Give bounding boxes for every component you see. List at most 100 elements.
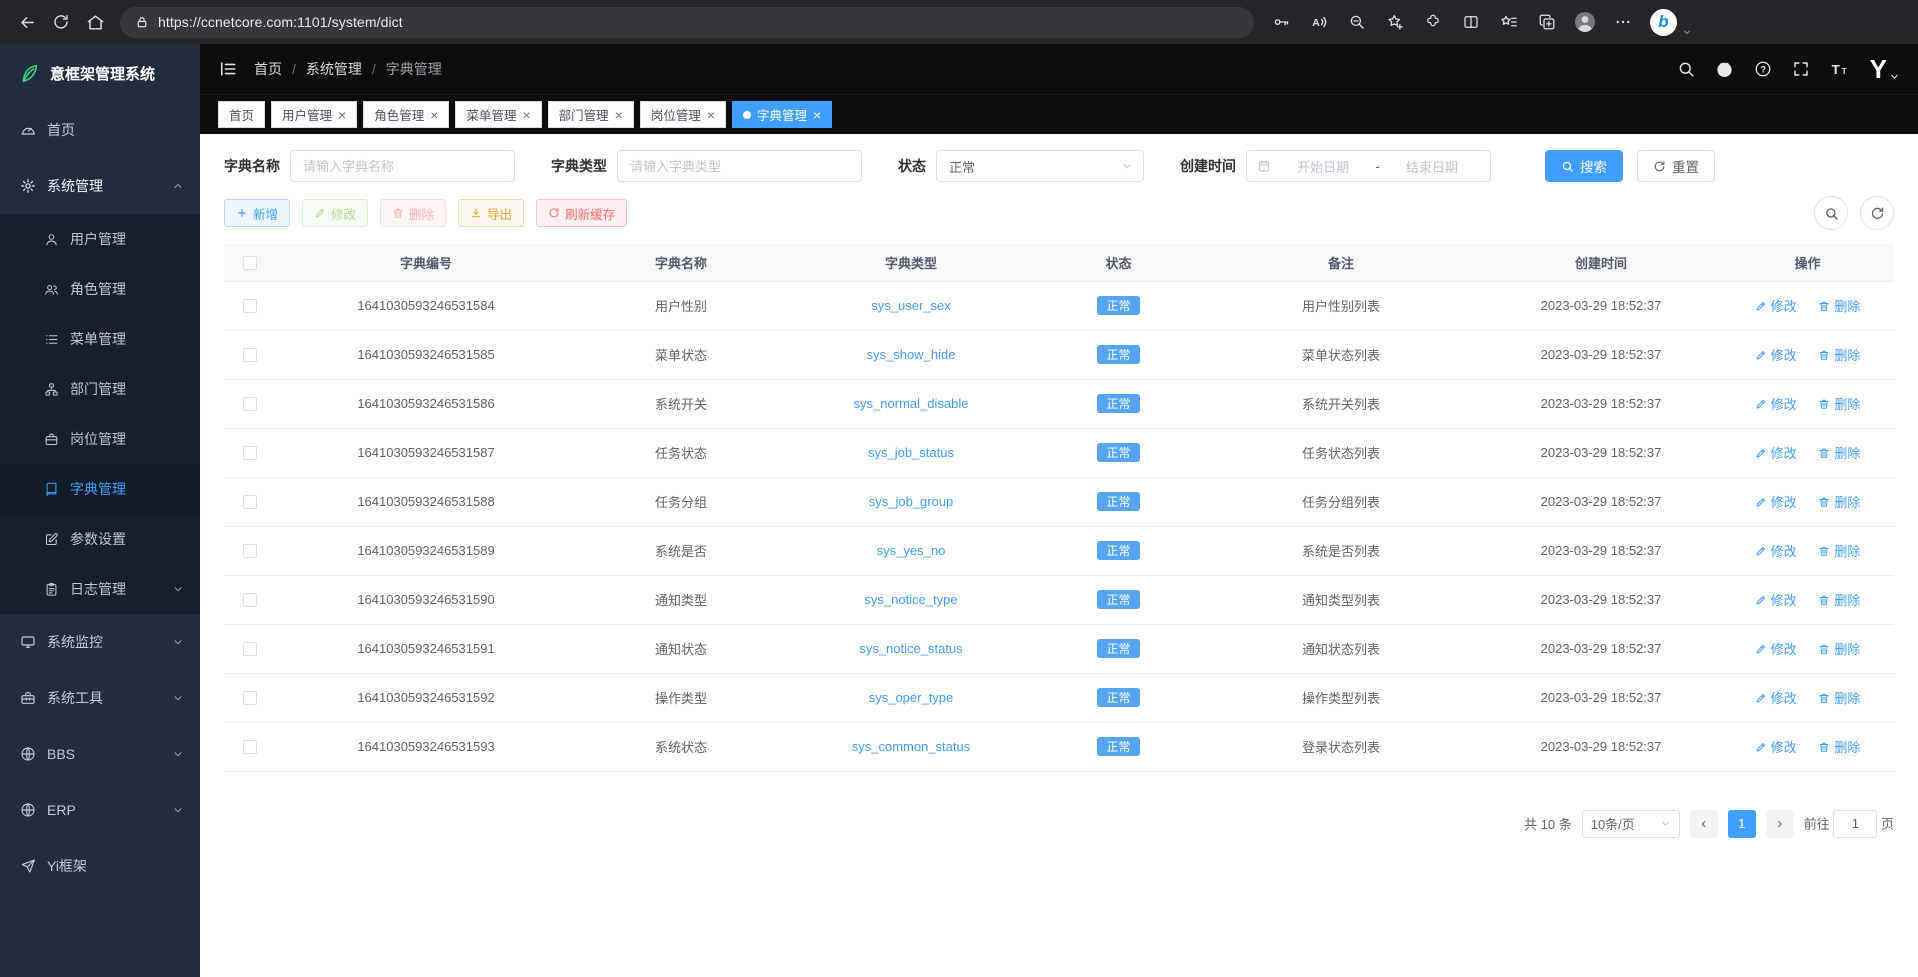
- close-icon[interactable]: ×: [338, 108, 346, 122]
- row-edit-button[interactable]: 修改: [1755, 345, 1797, 364]
- reset-button[interactable]: 重置: [1637, 150, 1715, 182]
- row-delete-button[interactable]: 删除: [1818, 590, 1860, 609]
- dict-type-link[interactable]: sys_normal_disable: [854, 396, 969, 411]
- row-edit-button[interactable]: 修改: [1755, 394, 1797, 413]
- tag-menu-management[interactable]: 菜单管理×: [455, 101, 541, 128]
- sidebar-item-dept-management[interactable]: 部门管理: [0, 364, 200, 414]
- password-key-button[interactable]: [1264, 5, 1298, 39]
- github-button[interactable]: [1715, 60, 1734, 79]
- refresh-table-button[interactable]: [1860, 196, 1894, 230]
- dict-type-link[interactable]: sys_show_hide: [867, 347, 956, 362]
- breadcrumb-system[interactable]: 系统管理: [306, 59, 362, 79]
- add-button[interactable]: 新增: [224, 199, 290, 227]
- dict-type-link[interactable]: sys_notice_type: [864, 592, 957, 607]
- row-delete-button[interactable]: 删除: [1818, 345, 1860, 364]
- sidebar-item-dict-management[interactable]: 字典管理: [0, 464, 200, 514]
- zoom-out-button[interactable]: [1340, 5, 1374, 39]
- browser-menu-button[interactable]: [1606, 5, 1640, 39]
- tag-dict-management[interactable]: 字典管理×: [732, 101, 832, 128]
- close-icon[interactable]: ×: [430, 108, 438, 122]
- bing-discover-button[interactable]: b: [1650, 9, 1677, 36]
- row-checkbox[interactable]: [243, 348, 257, 362]
- row-delete-button[interactable]: 删除: [1818, 394, 1860, 413]
- row-delete-button[interactable]: 删除: [1818, 688, 1860, 707]
- dict-type-input[interactable]: [617, 150, 862, 182]
- dict-name-input[interactable]: [290, 150, 515, 182]
- profile-button[interactable]: [1568, 5, 1602, 39]
- row-delete-button[interactable]: 删除: [1818, 492, 1860, 511]
- bing-caret-icon[interactable]: [1682, 27, 1692, 39]
- split-screen-button[interactable]: [1454, 5, 1488, 39]
- sidebar-item-system[interactable]: 系统管理: [0, 158, 200, 214]
- sidebar-item-menu-management[interactable]: 菜单管理: [0, 314, 200, 364]
- goto-page-input[interactable]: [1833, 810, 1877, 838]
- refresh-cache-button[interactable]: 刷新缓存: [536, 199, 627, 227]
- sidebar-toggle-button[interactable]: [218, 59, 238, 79]
- sidebar-item-log-management[interactable]: 日志管理: [0, 564, 200, 614]
- dict-type-link[interactable]: sys_job_status: [868, 445, 954, 460]
- row-edit-button[interactable]: 修改: [1755, 541, 1797, 560]
- row-checkbox[interactable]: [243, 593, 257, 607]
- breadcrumb-home[interactable]: 首页: [254, 59, 282, 79]
- row-checkbox[interactable]: [243, 691, 257, 705]
- sidebar-item-role-management[interactable]: 角色管理: [0, 264, 200, 314]
- row-edit-button[interactable]: 修改: [1755, 688, 1797, 707]
- row-edit-button[interactable]: 修改: [1755, 296, 1797, 315]
- row-edit-button[interactable]: 修改: [1755, 737, 1797, 756]
- extensions-button[interactable]: [1416, 5, 1450, 39]
- sidebar-item-system-tools[interactable]: 系统工具: [0, 670, 200, 726]
- row-checkbox[interactable]: [243, 446, 257, 460]
- favorites-button[interactable]: [1492, 5, 1526, 39]
- sidebar-item-bbs[interactable]: BBS: [0, 726, 200, 782]
- row-edit-button[interactable]: 修改: [1755, 639, 1797, 658]
- row-edit-button[interactable]: 修改: [1755, 443, 1797, 462]
- sidebar-item-erp[interactable]: ERP: [0, 782, 200, 838]
- user-avatar-menu[interactable]: Y: [1870, 56, 1900, 82]
- export-button[interactable]: 导出: [458, 199, 524, 227]
- row-delete-button[interactable]: 删除: [1818, 296, 1860, 315]
- header-search-button[interactable]: [1677, 60, 1695, 78]
- prev-page-button[interactable]: ‹: [1690, 810, 1718, 838]
- current-page-button[interactable]: 1: [1728, 810, 1756, 838]
- tag-post-management[interactable]: 岗位管理×: [640, 101, 726, 128]
- close-icon[interactable]: ×: [707, 108, 715, 122]
- search-button[interactable]: 搜索: [1545, 150, 1623, 182]
- row-checkbox[interactable]: [243, 544, 257, 558]
- tag-role-management[interactable]: 角色管理×: [363, 101, 449, 128]
- browser-refresh-button[interactable]: [44, 5, 78, 39]
- close-icon[interactable]: ×: [615, 108, 623, 122]
- status-select[interactable]: 正常: [936, 150, 1144, 182]
- tag-user-management[interactable]: 用户管理×: [271, 101, 357, 128]
- page-size-select[interactable]: 10条/页: [1582, 810, 1680, 838]
- row-delete-button[interactable]: 删除: [1818, 737, 1860, 756]
- row-delete-button[interactable]: 删除: [1818, 443, 1860, 462]
- dict-type-link[interactable]: sys_user_sex: [871, 298, 950, 313]
- sidebar-item-param-settings[interactable]: 参数设置: [0, 514, 200, 564]
- favorite-add-button[interactable]: [1378, 5, 1412, 39]
- address-bar[interactable]: https://ccnetcore.com:1101/system/dict: [120, 7, 1254, 38]
- row-checkbox[interactable]: [243, 740, 257, 754]
- sidebar-item-yi-framework[interactable]: Yi框架: [0, 838, 200, 894]
- collections-button[interactable]: [1530, 5, 1564, 39]
- row-edit-button[interactable]: 修改: [1755, 492, 1797, 511]
- dict-type-link[interactable]: sys_yes_no: [877, 543, 946, 558]
- row-checkbox[interactable]: [243, 642, 257, 656]
- dict-type-link[interactable]: sys_oper_type: [869, 690, 954, 705]
- edit-button[interactable]: 修改: [302, 199, 368, 227]
- help-button[interactable]: ?: [1754, 60, 1772, 78]
- fullscreen-button[interactable]: [1792, 60, 1810, 78]
- dict-type-link[interactable]: sys_notice_status: [859, 641, 962, 656]
- dict-type-link[interactable]: sys_common_status: [852, 739, 971, 754]
- close-icon[interactable]: ×: [522, 108, 530, 122]
- next-page-button[interactable]: ›: [1766, 810, 1794, 838]
- delete-button[interactable]: 删除: [380, 199, 446, 227]
- row-checkbox[interactable]: [243, 397, 257, 411]
- row-edit-button[interactable]: 修改: [1755, 590, 1797, 609]
- row-checkbox[interactable]: [243, 495, 257, 509]
- read-aloud-button[interactable]: A: [1302, 5, 1336, 39]
- row-delete-button[interactable]: 删除: [1818, 541, 1860, 560]
- row-checkbox[interactable]: [243, 299, 257, 313]
- dict-type-link[interactable]: sys_job_group: [869, 494, 954, 509]
- browser-home-button[interactable]: [78, 5, 112, 39]
- font-size-button[interactable]: TT: [1830, 59, 1850, 79]
